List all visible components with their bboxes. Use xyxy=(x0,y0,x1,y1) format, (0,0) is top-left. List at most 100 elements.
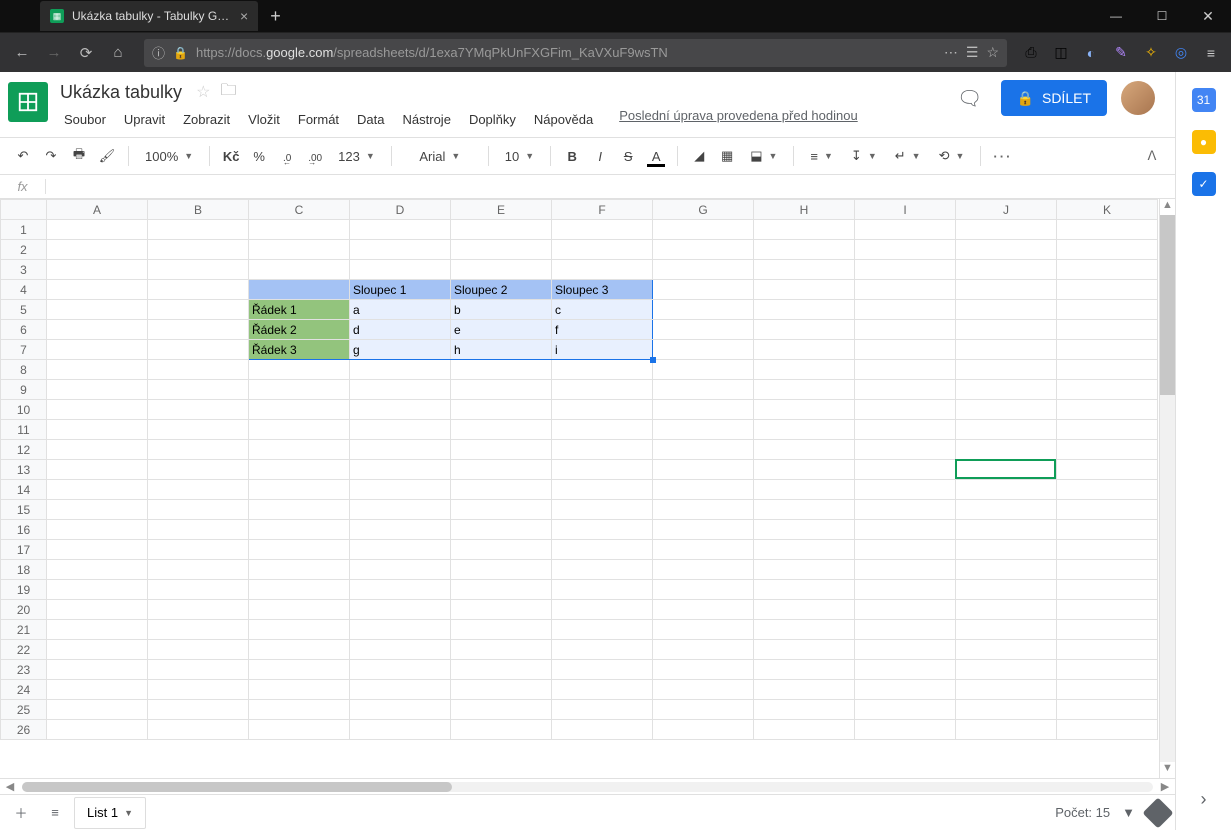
cell-E26[interactable] xyxy=(451,720,552,740)
row-header-19[interactable]: 19 xyxy=(1,580,47,600)
cell-G19[interactable] xyxy=(653,580,754,600)
cell-I21[interactable] xyxy=(855,620,956,640)
ext-icon-2[interactable]: ✎ xyxy=(1109,41,1133,65)
cell-B3[interactable] xyxy=(148,260,249,280)
cell-F22[interactable] xyxy=(552,640,653,660)
cell-I7[interactable] xyxy=(855,340,956,360)
cell-B18[interactable] xyxy=(148,560,249,580)
cell-B12[interactable] xyxy=(148,440,249,460)
more-tools-icon[interactable]: ··· xyxy=(989,143,1016,169)
bold-icon[interactable]: B xyxy=(559,143,585,169)
cell-B11[interactable] xyxy=(148,420,249,440)
cell-F4[interactable]: Sloupec 3 xyxy=(552,280,653,300)
cell-J26[interactable] xyxy=(956,720,1057,740)
cell-F20[interactable] xyxy=(552,600,653,620)
cell-G6[interactable] xyxy=(653,320,754,340)
cell-D16[interactable] xyxy=(350,520,451,540)
cell-K25[interactable] xyxy=(1057,700,1158,720)
cell-C23[interactable] xyxy=(249,660,350,680)
user-avatar[interactable] xyxy=(1121,81,1155,115)
col-header-B[interactable]: B xyxy=(148,200,249,220)
window-maximize[interactable]: ☐ xyxy=(1139,0,1185,32)
cell-D1[interactable] xyxy=(350,220,451,240)
cell-D17[interactable] xyxy=(350,540,451,560)
cell-K23[interactable] xyxy=(1057,660,1158,680)
cell-J3[interactable] xyxy=(956,260,1057,280)
cell-A18[interactable] xyxy=(47,560,148,580)
cell-C24[interactable] xyxy=(249,680,350,700)
cell-F16[interactable] xyxy=(552,520,653,540)
cell-G9[interactable] xyxy=(653,380,754,400)
cell-B16[interactable] xyxy=(148,520,249,540)
cell-J19[interactable] xyxy=(956,580,1057,600)
col-header-A[interactable]: A xyxy=(47,200,148,220)
format-currency[interactable]: Kč xyxy=(218,143,244,169)
cell-H22[interactable] xyxy=(754,640,855,660)
cell-G5[interactable] xyxy=(653,300,754,320)
cell-B8[interactable] xyxy=(148,360,249,380)
row-header-5[interactable]: 5 xyxy=(1,300,47,320)
cell-C17[interactable] xyxy=(249,540,350,560)
cell-K10[interactable] xyxy=(1057,400,1158,420)
cell-H8[interactable] xyxy=(754,360,855,380)
folder-icon[interactable]: 🗀 xyxy=(220,79,236,106)
ext-sidebar-icon[interactable]: ◫ xyxy=(1049,41,1073,65)
cell-K5[interactable] xyxy=(1057,300,1158,320)
cell-I24[interactable] xyxy=(855,680,956,700)
menu-upravit[interactable]: Upravit xyxy=(116,108,173,131)
sheet-menu-icon[interactable]: ▼ xyxy=(124,808,133,818)
merge-cells-icon[interactable]: ⬓▼ xyxy=(742,143,785,169)
row-header-15[interactable]: 15 xyxy=(1,500,47,520)
cell-D15[interactable] xyxy=(350,500,451,520)
cell-K21[interactable] xyxy=(1057,620,1158,640)
cell-G20[interactable] xyxy=(653,600,754,620)
cell-C18[interactable] xyxy=(249,560,350,580)
cell-D4[interactable]: Sloupec 1 xyxy=(350,280,451,300)
cell-K11[interactable] xyxy=(1057,420,1158,440)
cell-D20[interactable] xyxy=(350,600,451,620)
cell-I12[interactable] xyxy=(855,440,956,460)
calendar-icon[interactable]: 31 xyxy=(1192,88,1216,112)
row-header-2[interactable]: 2 xyxy=(1,240,47,260)
cell-E5[interactable]: b xyxy=(451,300,552,320)
wrap-icon[interactable]: ↵▼ xyxy=(887,143,929,169)
row-header-7[interactable]: 7 xyxy=(1,340,47,360)
collapse-toolbar-icon[interactable]: ᐱ xyxy=(1139,143,1165,169)
cell-J13[interactable] xyxy=(956,460,1057,480)
cell-I3[interactable] xyxy=(855,260,956,280)
cell-K20[interactable] xyxy=(1057,600,1158,620)
cell-G24[interactable] xyxy=(653,680,754,700)
cell-A26[interactable] xyxy=(47,720,148,740)
cell-J25[interactable] xyxy=(956,700,1057,720)
cell-A25[interactable] xyxy=(47,700,148,720)
cell-C16[interactable] xyxy=(249,520,350,540)
cell-G18[interactable] xyxy=(653,560,754,580)
cell-H5[interactable] xyxy=(754,300,855,320)
reader-mode-icon[interactable]: ☰ xyxy=(966,44,979,61)
cell-C11[interactable] xyxy=(249,420,350,440)
cell-J17[interactable] xyxy=(956,540,1057,560)
cell-G21[interactable] xyxy=(653,620,754,640)
doc-title[interactable]: Ukázka tabulky xyxy=(56,81,186,104)
cell-E20[interactable] xyxy=(451,600,552,620)
cell-A6[interactable] xyxy=(47,320,148,340)
cell-B4[interactable] xyxy=(148,280,249,300)
cell-A13[interactable] xyxy=(47,460,148,480)
window-minimize[interactable]: — xyxy=(1093,0,1139,32)
cell-J23[interactable] xyxy=(956,660,1057,680)
cell-G10[interactable] xyxy=(653,400,754,420)
cell-C12[interactable] xyxy=(249,440,350,460)
star-icon[interactable]: ☆ xyxy=(196,82,210,102)
v-scroll-thumb[interactable] xyxy=(1160,215,1175,395)
cell-K24[interactable] xyxy=(1057,680,1158,700)
row-header-18[interactable]: 18 xyxy=(1,560,47,580)
col-header-C[interactable]: C xyxy=(249,200,350,220)
cell-I14[interactable] xyxy=(855,480,956,500)
cell-C22[interactable] xyxy=(249,640,350,660)
cell-A22[interactable] xyxy=(47,640,148,660)
ext-library-icon[interactable]: ⎙ xyxy=(1019,41,1043,65)
row-header-21[interactable]: 21 xyxy=(1,620,47,640)
cell-B10[interactable] xyxy=(148,400,249,420)
cell-J7[interactable] xyxy=(956,340,1057,360)
cell-D14[interactable] xyxy=(350,480,451,500)
